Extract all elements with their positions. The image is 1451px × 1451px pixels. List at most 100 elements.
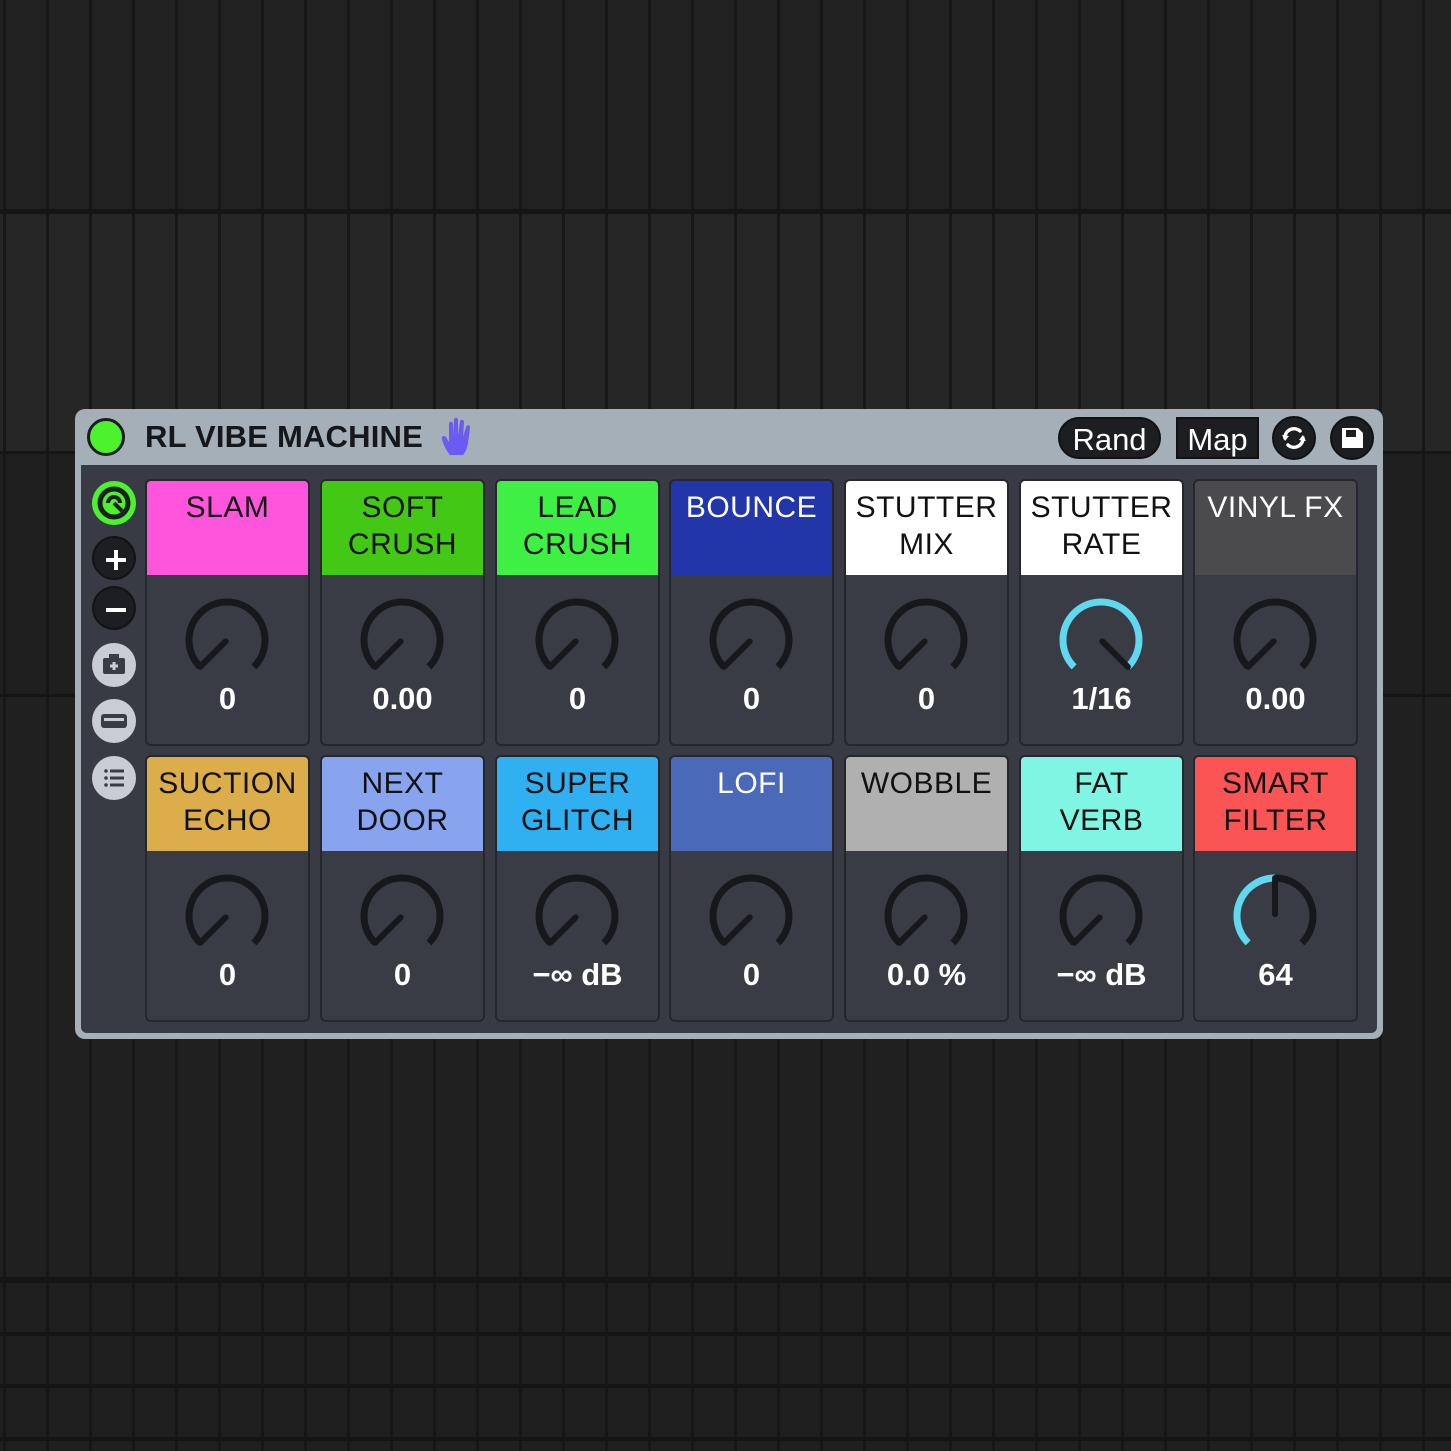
macro-label[interactable]: WOBBLE <box>846 757 1007 851</box>
macro-knob[interactable] <box>352 871 452 961</box>
macro-label[interactable]: SLAM <box>147 481 308 575</box>
macro-label-line: CRUSH <box>522 528 633 561</box>
knob-pointer <box>372 914 404 946</box>
macro-label[interactable]: LEAD CRUSH <box>497 481 658 575</box>
macro-knob[interactable] <box>876 871 976 961</box>
rand-button[interactable]: Rand <box>1058 417 1161 459</box>
macro-label-line: FILTER <box>1223 804 1328 837</box>
knob-track <box>360 598 444 670</box>
macro-cell: NEXT DOOR 0 <box>320 755 485 1022</box>
grid-line <box>1422 0 1425 1451</box>
macro-label[interactable]: SUCTION ECHO <box>147 757 308 851</box>
macro-knob[interactable] <box>1051 595 1151 685</box>
track-divider <box>0 1437 1451 1441</box>
knob-track <box>884 874 968 946</box>
macro-label[interactable]: FAT VERB <box>1021 757 1182 851</box>
macro-label[interactable]: VINYL FX <box>1195 481 1356 575</box>
macro-cell: SMART FILTER 64 <box>1193 755 1358 1022</box>
macro-knob[interactable] <box>527 595 627 685</box>
macro-label[interactable]: NEXT DOOR <box>322 757 483 851</box>
device-title-bar: RL VIBE MACHINE Rand Map <box>75 409 1383 465</box>
macro-knob[interactable] <box>1225 871 1325 961</box>
device-panel: RL VIBE MACHINE Rand Map SLAM 0 SOFT CRUSH 0… <box>75 409 1383 1039</box>
macro-label-line: SLAM <box>185 491 270 524</box>
macro-label[interactable]: LOFI <box>671 757 832 851</box>
knob-value-arc <box>1059 598 1143 670</box>
macro-label-line: CRUSH <box>347 528 458 561</box>
track-divider <box>0 1277 1451 1283</box>
knob-pointer <box>896 914 928 946</box>
macro-cell: SUPER GLITCH −∞ dB <box>495 755 660 1022</box>
macro-label-line: VERB <box>1059 804 1144 837</box>
remove-preset-button[interactable] <box>92 699 136 743</box>
macro-cell: SOFT CRUSH 0.00 <box>320 479 485 746</box>
macro-knob[interactable] <box>1225 595 1325 685</box>
remove-preset-icon <box>101 714 127 728</box>
macro-label[interactable]: STUTTER RATE <box>1021 481 1182 575</box>
macro-cell: SUCTION ECHO 0 <box>145 755 310 1022</box>
side-toolbar <box>81 465 141 1033</box>
list-icon <box>104 769 124 787</box>
knob-track <box>360 874 444 946</box>
macro-knob[interactable] <box>701 871 801 961</box>
macro-value: 0 <box>393 957 412 992</box>
macro-label-line: SOFT <box>361 491 444 524</box>
device-title: RL VIBE MACHINE <box>145 419 424 454</box>
macro-label-line: BOUNCE <box>685 491 818 524</box>
knob-track <box>1274 874 1317 946</box>
macro-value: 0 <box>218 681 237 716</box>
macro-label-line: RATE <box>1061 528 1142 561</box>
macro-label-line: ECHO <box>183 804 272 837</box>
macro-value: 0 <box>568 681 587 716</box>
macro-cell: BOUNCE 0 <box>669 479 834 746</box>
macro-value: 0.00 <box>1245 681 1306 716</box>
macro-value: 0 <box>742 957 761 992</box>
macro-knob[interactable] <box>527 871 627 961</box>
macro-value: −∞ dB <box>532 957 623 992</box>
macro-label[interactable]: STUTTER MIX <box>846 481 1007 575</box>
refresh-icon <box>1282 426 1306 450</box>
macro-label-line: STUTTER <box>1030 491 1173 524</box>
plus-button[interactable] <box>92 536 136 580</box>
add-preset-icon <box>103 654 125 674</box>
macro-label[interactable]: SUPER GLITCH <box>497 757 658 851</box>
macro-cell: WOBBLE 0.0 % <box>844 755 1009 1022</box>
macro-label-line: NEXT <box>361 767 444 800</box>
device-power-toggle[interactable] <box>87 418 125 456</box>
add-preset-button[interactable] <box>92 643 136 687</box>
refresh-button[interactable] <box>1272 416 1316 460</box>
macro-label[interactable]: BOUNCE <box>671 481 832 575</box>
macro-knob[interactable] <box>177 595 277 685</box>
macro-knob[interactable] <box>352 595 452 685</box>
track-divider <box>0 1332 1451 1336</box>
macro-label-line: SUPER <box>524 767 631 800</box>
macro-value: 0.00 <box>372 681 433 716</box>
knob-pointer <box>372 638 404 670</box>
macro-cell: VINYL FX 0.00 <box>1193 479 1358 746</box>
macro-value: 1/16 <box>1071 681 1132 716</box>
knob-pointer <box>1099 638 1131 670</box>
minus-button[interactable] <box>92 586 136 630</box>
macro-label-line: DOOR <box>356 804 449 837</box>
macro-knob[interactable] <box>1051 871 1151 961</box>
reset-button[interactable] <box>92 481 136 525</box>
knob-track <box>1059 874 1143 946</box>
macro-value: 0 <box>742 681 761 716</box>
macro-value: 0 <box>218 957 237 992</box>
list-button[interactable] <box>92 756 136 800</box>
knob-pointer <box>721 914 753 946</box>
macro-label-line: SUCTION <box>158 767 297 800</box>
map-button[interactable]: Map <box>1176 417 1259 459</box>
macro-label[interactable]: SOFT CRUSH <box>322 481 483 575</box>
macro-knob[interactable] <box>876 595 976 685</box>
macro-label-line: LOFI <box>717 767 786 800</box>
save-button[interactable] <box>1330 416 1374 460</box>
macro-label-line: SMART <box>1222 767 1329 800</box>
macro-knob[interactable] <box>177 871 277 961</box>
macro-label[interactable]: SMART FILTER <box>1195 757 1356 851</box>
macro-knob[interactable] <box>701 595 801 685</box>
macro-label-line: GLITCH <box>520 804 634 837</box>
knob-value-arc <box>1233 874 1276 946</box>
macro-label-line: MIX <box>899 528 954 561</box>
save-icon <box>1342 428 1363 448</box>
